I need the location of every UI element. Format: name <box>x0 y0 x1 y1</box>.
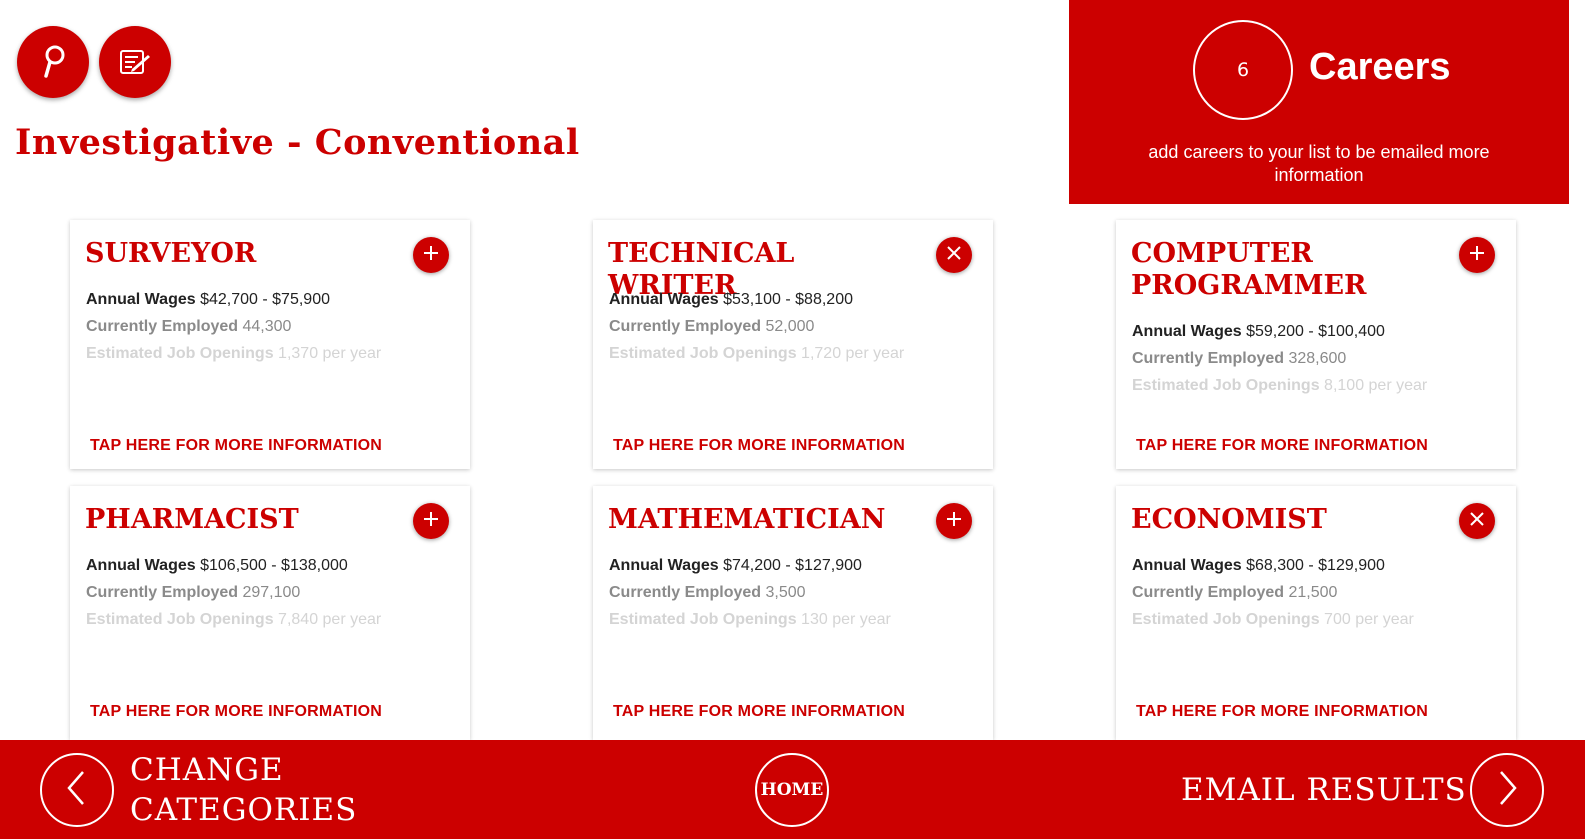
email-results-label[interactable]: EMAIL RESULTS <box>1181 770 1467 810</box>
currently-employed-row: Currently Employed 52,000 <box>609 318 815 335</box>
careers-label: Careers <box>1309 46 1451 88</box>
footer-bar: CHANGE CATEGORIES HOME EMAIL RESULTS <box>0 740 1585 839</box>
career-stats: Annual Wages $74,200 - $127,900 Currentl… <box>609 552 979 633</box>
job-openings-row: Estimated Job Openings 130 per year <box>609 611 891 628</box>
add-career-button[interactable] <box>1459 237 1495 273</box>
more-info-link[interactable]: TAP HERE FOR MORE INFORMATION <box>613 703 905 721</box>
close-icon <box>946 245 962 266</box>
currently-employed-row: Currently Employed 328,600 <box>1132 350 1347 367</box>
more-info-link[interactable]: TAP HERE FOR MORE INFORMATION <box>90 437 382 455</box>
page-title: Investigative - Conventional <box>15 122 580 163</box>
change-categories-label[interactable]: CHANGE CATEGORIES <box>130 750 357 830</box>
more-info-link[interactable]: TAP HERE FOR MORE INFORMATION <box>90 703 382 721</box>
notepad-pencil-icon <box>118 47 152 77</box>
add-career-button[interactable] <box>413 503 449 539</box>
search-button[interactable] <box>17 26 89 98</box>
add-career-button[interactable] <box>413 237 449 273</box>
job-openings-row: Estimated Job Openings 7,840 per year <box>86 611 382 628</box>
plus-icon <box>422 510 440 533</box>
currently-employed-row: Currently Employed 21,500 <box>1132 584 1338 601</box>
job-openings-row: Estimated Job Openings 1,370 per year <box>86 345 382 362</box>
job-openings-row: Estimated Job Openings 8,100 per year <box>1132 377 1428 394</box>
career-card-computer-programmer[interactable]: COMPUTER PROGRAMMER Annual Wages $59,200… <box>1116 220 1516 469</box>
career-stats: Annual Wages $106,500 - $138,000 Current… <box>86 552 456 633</box>
career-title: PHARMACIST <box>85 504 299 535</box>
more-info-link[interactable]: TAP HERE FOR MORE INFORMATION <box>1136 437 1428 455</box>
chevron-right-icon <box>1493 768 1521 813</box>
annual-wages-row: Annual Wages $68,300 - $129,900 <box>1132 557 1385 574</box>
home-label: HOME <box>760 780 824 800</box>
plus-icon <box>945 510 963 533</box>
plus-icon <box>422 244 440 267</box>
career-title: MATHEMATICIAN <box>608 504 886 535</box>
annual-wages-row: Annual Wages $106,500 - $138,000 <box>86 557 348 574</box>
career-title: COMPUTER PROGRAMMER <box>1131 238 1367 301</box>
currently-employed-row: Currently Employed 44,300 <box>86 318 292 335</box>
career-stats: Annual Wages $59,200 - $100,400 Currentl… <box>1132 318 1502 399</box>
career-card-mathematician[interactable]: MATHEMATICIAN Annual Wages $74,200 - $12… <box>593 486 993 740</box>
job-openings-row: Estimated Job Openings 1,720 per year <box>609 345 905 362</box>
remove-career-button[interactable] <box>936 237 972 273</box>
home-button[interactable]: HOME <box>755 753 829 827</box>
currently-employed-row: Currently Employed 3,500 <box>609 584 806 601</box>
plus-icon <box>1468 244 1486 267</box>
email-results-button[interactable] <box>1470 753 1544 827</box>
career-count-badge: 6 <box>1193 20 1293 120</box>
career-card-pharmacist[interactable]: PHARMACIST Annual Wages $106,500 - $138,… <box>70 486 470 740</box>
annual-wages-row: Annual Wages $53,100 - $88,200 <box>609 291 853 308</box>
careers-subtitle: add careers to your list to be emailed m… <box>1148 142 1490 185</box>
career-stats: Annual Wages $53,100 - $88,200 Currently… <box>609 286 979 367</box>
magnifier-icon <box>38 43 68 81</box>
career-card-economist[interactable]: ECONOMIST Annual Wages $68,300 - $129,90… <box>1116 486 1516 740</box>
add-career-button[interactable] <box>936 503 972 539</box>
career-card-technical-writer[interactable]: TECHNICAL WRITER Annual Wages $53,100 - … <box>593 220 993 469</box>
back-button[interactable] <box>40 753 114 827</box>
more-info-link[interactable]: TAP HERE FOR MORE INFORMATION <box>613 437 905 455</box>
careers-panel: 6 Careers add careers to your list to be… <box>1069 0 1569 204</box>
job-openings-row: Estimated Job Openings 700 per year <box>1132 611 1414 628</box>
chevron-left-icon <box>63 768 91 813</box>
career-stats: Annual Wages $42,700 - $75,900 Currently… <box>86 286 456 367</box>
annual-wages-row: Annual Wages $42,700 - $75,900 <box>86 291 330 308</box>
career-stats: Annual Wages $68,300 - $129,900 Currentl… <box>1132 552 1502 633</box>
remove-career-button[interactable] <box>1459 503 1495 539</box>
close-icon <box>1469 511 1485 532</box>
career-card-surveyor[interactable]: SURVEYOR Annual Wages $42,700 - $75,900 … <box>70 220 470 469</box>
career-title: SURVEYOR <box>85 238 257 269</box>
annual-wages-row: Annual Wages $74,200 - $127,900 <box>609 557 862 574</box>
annual-wages-row: Annual Wages $59,200 - $100,400 <box>1132 323 1385 340</box>
career-title: ECONOMIST <box>1131 504 1327 535</box>
more-info-link[interactable]: TAP HERE FOR MORE INFORMATION <box>1136 703 1428 721</box>
notes-button[interactable] <box>99 26 171 98</box>
currently-employed-row: Currently Employed 297,100 <box>86 584 301 601</box>
